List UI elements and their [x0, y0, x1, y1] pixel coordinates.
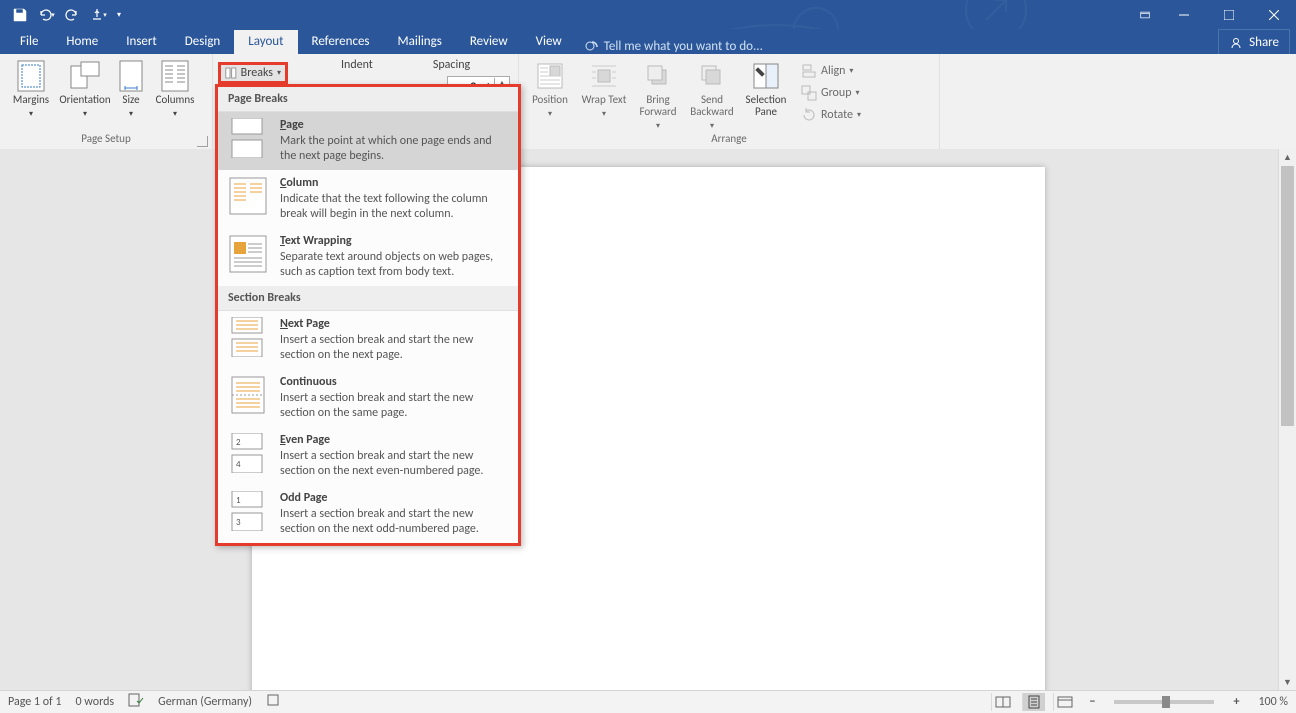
- status-bar: Page 1 of 1 0 words German (Germany) − +…: [0, 690, 1296, 713]
- columns-button[interactable]: Columns▾: [150, 58, 200, 120]
- bring-forward-button: Bring Forward▾: [631, 58, 685, 132]
- ribbon: Margins▾ Orientation▾ Size▾ Columns▾ Pag…: [0, 54, 1296, 150]
- spacing-label: Spacing: [433, 58, 470, 72]
- tab-view[interactable]: View: [522, 30, 576, 54]
- ribbon-tabs: File Home Insert Design Layout Reference…: [0, 29, 1296, 54]
- tab-review[interactable]: Review: [456, 30, 522, 54]
- page-break-icon: [226, 118, 270, 158]
- wrap-text-button: Wrap Text▾: [577, 58, 631, 120]
- continuous-break-icon: [226, 375, 270, 415]
- break-text-wrapping[interactable]: Text WrappingSeparate text around object…: [218, 228, 518, 286]
- view-print-layout[interactable]: [1022, 693, 1045, 711]
- tab-design[interactable]: Design: [171, 30, 234, 54]
- break-even-page[interactable]: 24 Even PageInsert a section break and s…: [218, 427, 518, 485]
- break-continuous[interactable]: ContinuousInsert a section break and sta…: [218, 369, 518, 427]
- scroll-thumb[interactable]: [1281, 166, 1294, 426]
- status-language[interactable]: German (Germany): [158, 695, 252, 709]
- breaks-dropdown: Page Breaks PageMark the point at which …: [215, 84, 521, 546]
- send-backward-button: Send Backward▾: [685, 58, 739, 132]
- tell-me-search[interactable]: Tell me what you want to do...: [584, 39, 763, 54]
- odd-page-break-icon: 13: [226, 491, 270, 531]
- spellcheck-icon[interactable]: [128, 693, 144, 711]
- tab-insert[interactable]: Insert: [112, 30, 171, 54]
- zoom-out-button[interactable]: −: [1084, 695, 1100, 709]
- even-page-break-icon: 24: [226, 433, 270, 473]
- breaks-label: Breaks: [241, 66, 273, 80]
- align-button: Align ▾: [797, 60, 865, 82]
- dropdown-section-section-breaks: Section Breaks: [218, 286, 518, 311]
- ribbon-options-button[interactable]: [1129, 0, 1161, 29]
- svg-text:4: 4: [236, 459, 241, 470]
- tab-home[interactable]: Home: [52, 30, 112, 54]
- selection-pane-button[interactable]: Selection Pane: [739, 58, 793, 118]
- save-button[interactable]: [8, 3, 32, 27]
- tab-references[interactable]: References: [298, 30, 384, 54]
- text-wrapping-break-icon: [226, 234, 270, 274]
- title-bar: ▾ ▾ ▾: [0, 0, 1296, 29]
- tell-me-placeholder: Tell me what you want to do...: [604, 39, 763, 54]
- vertical-scrollbar[interactable]: ▲ ▼: [1278, 149, 1296, 691]
- close-button[interactable]: [1251, 0, 1296, 29]
- group-arrange: Position▾ Wrap Text▾ Bring Forward▾ Send…: [519, 54, 940, 149]
- qat-customize-button[interactable]: ▾: [112, 3, 126, 27]
- document-area[interactable]: [0, 149, 1296, 691]
- group-button: Group ▾: [797, 82, 865, 104]
- share-button[interactable]: Share: [1218, 29, 1290, 56]
- scroll-down-button[interactable]: ▼: [1279, 674, 1296, 691]
- group-label-page-setup: Page Setup: [81, 132, 130, 145]
- margins-button[interactable]: Margins▾: [4, 58, 58, 120]
- group-label-arrange: Arrange: [711, 132, 746, 145]
- break-next-page[interactable]: Next PageInsert a section break and star…: [218, 311, 518, 369]
- breaks-button[interactable]: Breaks ▾: [218, 62, 288, 84]
- tab-layout[interactable]: Layout: [234, 30, 297, 54]
- status-words[interactable]: 0 words: [76, 695, 115, 709]
- rotate-button: Rotate ▾: [797, 104, 865, 126]
- maximize-button[interactable]: [1206, 0, 1251, 29]
- svg-text:2: 2: [236, 437, 241, 448]
- minimize-button[interactable]: [1161, 0, 1206, 29]
- svg-text:1: 1: [236, 495, 241, 506]
- zoom-in-button[interactable]: +: [1228, 695, 1244, 709]
- break-odd-page[interactable]: 13 Odd PageInsert a section break and st…: [218, 485, 518, 543]
- status-page[interactable]: Page 1 of 1: [8, 695, 62, 709]
- view-read-mode[interactable]: [991, 693, 1014, 711]
- dropdown-section-page-breaks: Page Breaks: [218, 87, 518, 112]
- orientation-button[interactable]: Orientation▾: [58, 58, 112, 120]
- redo-button[interactable]: [60, 3, 84, 27]
- break-column[interactable]: ColumnIndicate that the text following t…: [218, 170, 518, 228]
- view-web-layout[interactable]: [1053, 693, 1076, 711]
- macro-icon[interactable]: [266, 693, 280, 711]
- zoom-slider[interactable]: [1114, 700, 1214, 704]
- undo-button[interactable]: ▾: [34, 3, 58, 27]
- page-setup-dialog-launcher[interactable]: [197, 136, 208, 147]
- zoom-level[interactable]: 100 %: [1258, 695, 1288, 709]
- quick-access-toolbar: ▾ ▾ ▾: [0, 0, 126, 29]
- tab-mailings[interactable]: Mailings: [384, 30, 456, 54]
- next-page-break-icon: [226, 317, 270, 357]
- touch-mode-button[interactable]: ▾: [86, 3, 110, 27]
- svg-text:3: 3: [236, 517, 241, 528]
- scroll-up-button[interactable]: ▲: [1279, 149, 1296, 166]
- indent-label: Indent: [341, 58, 373, 72]
- share-label: Share: [1249, 35, 1279, 50]
- group-page-setup: Margins▾ Orientation▾ Size▾ Columns▾ Pag…: [0, 54, 213, 149]
- tab-file[interactable]: File: [6, 30, 52, 54]
- column-break-icon: [226, 176, 270, 216]
- size-button[interactable]: Size▾: [112, 58, 150, 120]
- position-button: Position▾: [523, 58, 577, 120]
- break-page[interactable]: PageMark the point at which one page end…: [218, 112, 518, 170]
